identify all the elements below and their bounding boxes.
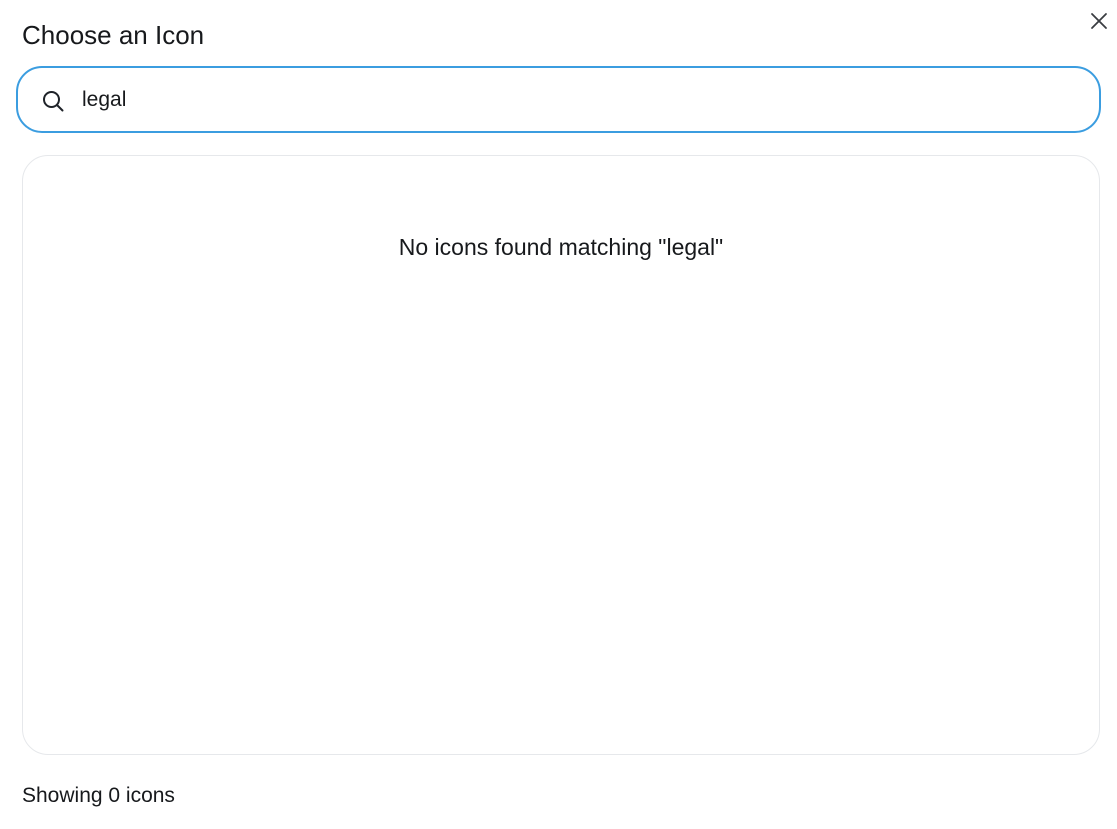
search-icon: [43, 91, 64, 112]
close-icon: [1091, 13, 1107, 29]
results-count: Showing 0 icons: [22, 784, 175, 807]
dialog-title: Choose an Icon: [22, 20, 205, 50]
empty-results-message: No icons found matching "legal": [398, 234, 724, 260]
icon-results-panel: No icons found matching "legal": [22, 155, 1100, 755]
close-button[interactable]: [1087, 9, 1111, 33]
icon-picker-dialog: Choose an Icon No icons found matching "…: [0, 0, 1117, 829]
search-input[interactable]: [82, 82, 1062, 118]
search-field[interactable]: [16, 66, 1101, 133]
